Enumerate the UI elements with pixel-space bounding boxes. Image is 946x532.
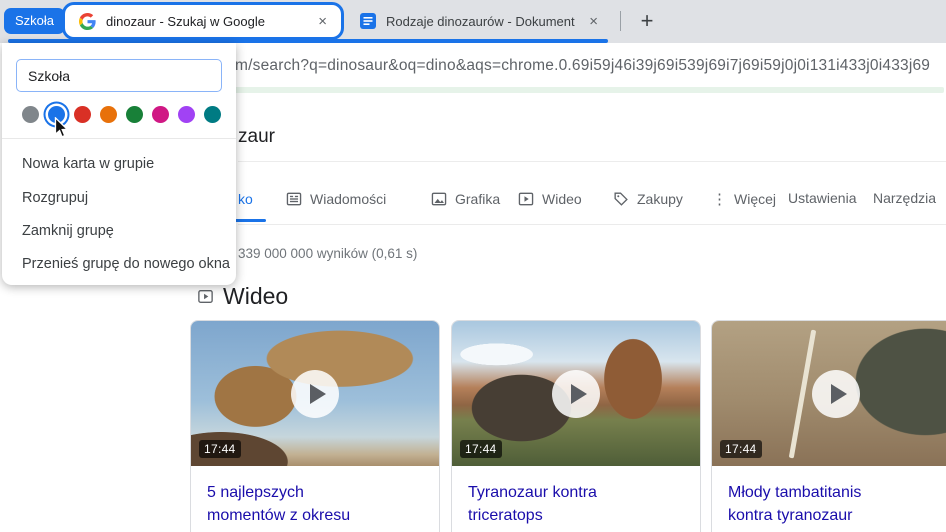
- omnibox-highlight-band: [234, 87, 944, 93]
- group-name-input[interactable]: [16, 59, 222, 92]
- video-duration-badge: 17:44: [460, 440, 502, 458]
- video-card[interactable]: 17:44 Młody tambatitanis kontra tyranoza…: [711, 320, 946, 532]
- tab-images[interactable]: Grafika: [430, 190, 500, 208]
- video-title-link[interactable]: 5 najlepszych momentów z okresu: [191, 466, 439, 527]
- tools-label: Narzędzia: [873, 190, 937, 206]
- tag-icon: [614, 192, 628, 206]
- google-favicon-icon: [79, 12, 96, 30]
- results-stats: 339 000 000 wyników (0,61 s): [238, 246, 418, 261]
- play-button-icon[interactable]: [552, 369, 600, 418]
- search-query-text[interactable]: zaur: [238, 126, 275, 148]
- play-button-icon[interactable]: [291, 369, 339, 418]
- tab-group-menu: Nowa karta w grupie Rozgrupuj Zamknij gr…: [2, 43, 236, 285]
- tab-images-label: Grafika: [455, 191, 501, 207]
- mouse-cursor: [54, 117, 69, 138]
- tab-shopping-label: Zakupy: [637, 191, 683, 207]
- tab-all-results[interactable]: ko: [238, 191, 253, 207]
- video-section-icon: [198, 290, 213, 303]
- tab-google-docs[interactable]: Rodzaje dinozaurów - Dokument ×: [350, 0, 612, 42]
- video-title-link[interactable]: Młody tambatitanis kontra tyranozaur: [712, 466, 946, 527]
- color-swatch-red[interactable]: [74, 106, 91, 123]
- menu-item-new-tab-in-group[interactable]: Nowa karta w grupie: [22, 156, 154, 172]
- google-docs-icon: [360, 13, 376, 29]
- video-duration-badge: 17:44: [199, 440, 241, 458]
- color-swatch-pink[interactable]: [152, 106, 169, 123]
- nav-bottom-border: [238, 224, 946, 225]
- new-tab-button[interactable]: +: [633, 7, 661, 35]
- video-thumbnail[interactable]: 17:44: [452, 321, 700, 466]
- tab-title: dinozaur - Szukaj w Google: [106, 13, 265, 29]
- video-thumbnail[interactable]: 17:44: [712, 321, 946, 466]
- tab-group-chip[interactable]: Szkoła: [4, 8, 66, 34]
- close-tab-icon[interactable]: ×: [314, 14, 331, 29]
- color-swatch-purple[interactable]: [178, 106, 195, 123]
- color-swatch-orange[interactable]: [100, 106, 117, 123]
- tab-strip: Szkoła dinozaur - Szukaj w Google × Rodz…: [0, 0, 946, 43]
- video-icon: [518, 192, 534, 206]
- menu-item-ungroup[interactable]: Rozgrupuj: [22, 190, 88, 206]
- color-swatch-grey[interactable]: [22, 106, 39, 123]
- tab-news-label: Wiadomości: [310, 191, 387, 207]
- tab-google-search[interactable]: dinozaur - Szukaj w Google ×: [62, 2, 344, 40]
- tools-link[interactable]: Narzędzia: [873, 190, 936, 206]
- menu-item-close-group[interactable]: Zamknij grupę: [22, 223, 114, 239]
- tab-title: Rodzaje dinozaurów - Dokument: [386, 13, 575, 29]
- more-dots-icon: ⋮: [712, 191, 727, 208]
- settings-label: Ustawienia: [788, 190, 857, 206]
- menu-item-move-group-to-new-window[interactable]: Przenieś grupę do nowego okna: [22, 256, 230, 272]
- news-icon: [286, 192, 302, 206]
- tab-shopping[interactable]: Zakupy: [612, 190, 683, 208]
- color-swatch-green[interactable]: [126, 106, 143, 123]
- close-tab-icon[interactable]: ×: [585, 14, 602, 29]
- video-section-title: Wideo: [223, 283, 289, 309]
- tab-videos[interactable]: Wideo: [517, 190, 582, 208]
- tab-news[interactable]: Wiadomości: [285, 190, 386, 208]
- tab-videos-label: Wideo: [542, 191, 582, 207]
- tab-more-label: Więcej: [734, 191, 777, 207]
- video-title-link[interactable]: Tyranozaur kontra triceratops: [452, 466, 700, 527]
- menu-divider: [2, 138, 236, 139]
- video-card[interactable]: 17:44 Tyranozaur kontra triceratops: [451, 320, 701, 532]
- browser-window: Szkoła dinozaur - Szukaj w Google × Rodz…: [0, 0, 946, 532]
- video-card[interactable]: 17:44 5 najlepszych momentów z okresu: [190, 320, 440, 532]
- image-icon: [431, 192, 447, 206]
- video-section-heading: Wideo: [197, 283, 288, 310]
- video-duration-badge: 17:44: [720, 440, 762, 458]
- color-swatch-teal[interactable]: [204, 106, 221, 123]
- active-tab-underline: [235, 219, 266, 222]
- play-button-icon[interactable]: [812, 369, 860, 418]
- settings-link[interactable]: Ustawienia: [788, 190, 856, 206]
- video-thumbnail[interactable]: 17:44: [191, 321, 439, 466]
- tab-divider: [620, 11, 621, 31]
- omnibox-url[interactable]: m/search?q=dinosaur&oq=dino&aqs=chrome.0…: [235, 57, 930, 75]
- tab-more[interactable]: ⋮ Więcej: [712, 190, 776, 208]
- searchbox-bottom-line: [238, 161, 946, 162]
